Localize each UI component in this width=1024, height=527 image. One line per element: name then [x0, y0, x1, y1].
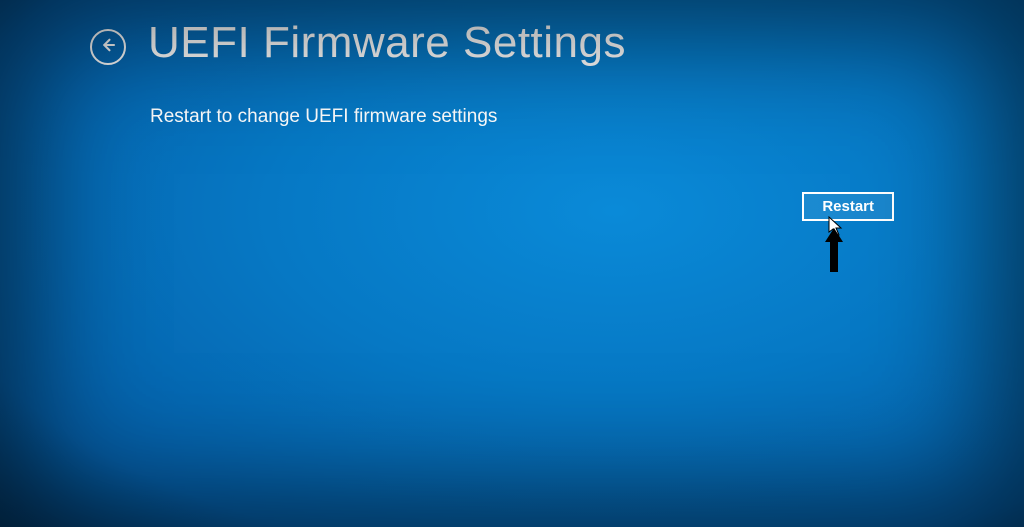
page-subtitle: Restart to change UEFI firmware settings [150, 106, 1024, 128]
arrow-left-icon [99, 36, 117, 59]
back-button[interactable] [90, 29, 126, 65]
restart-button[interactable]: Restart [802, 192, 894, 221]
page-title: UEFI Firmware Settings [148, 18, 626, 68]
annotation-arrow-icon [823, 228, 845, 277]
